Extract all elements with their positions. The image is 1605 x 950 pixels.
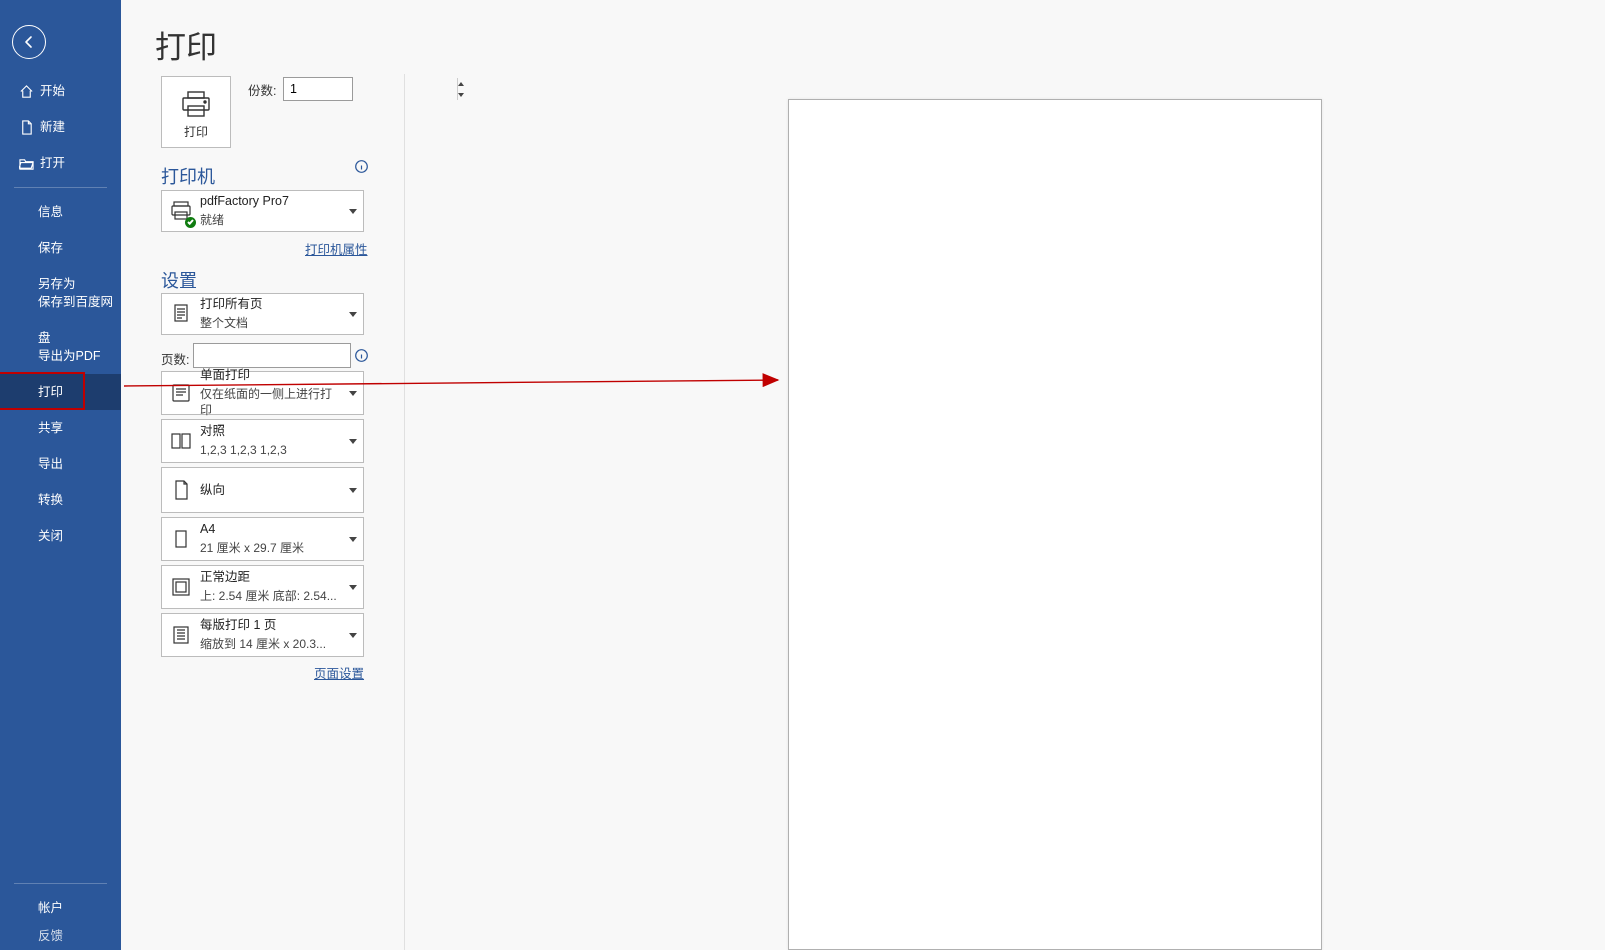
nav-item-label: 打开 <box>40 145 65 181</box>
nav-item-new[interactable]: 新建 <box>0 109 121 145</box>
nav-item-close[interactable]: 关闭 <box>0 518 121 554</box>
pages-info-icon[interactable] <box>355 349 368 362</box>
nav-item-feedback[interactable]: 反馈 <box>0 926 121 946</box>
option-subtitle: 上: 2.54 厘米 底部: 2.54... <box>200 588 343 604</box>
pages-per-sheet-selector[interactable]: 每版打印 1 页缩放到 14 厘米 x 20.3... <box>161 613 364 657</box>
printer-status: 就绪 <box>200 212 343 228</box>
portrait-icon <box>162 479 200 501</box>
nav-item-label: 导出为PDF <box>38 338 101 374</box>
nav-item-home[interactable]: 开始 <box>0 73 121 109</box>
option-subtitle: 整个文档 <box>200 315 343 331</box>
option-title: 对照 <box>200 423 343 440</box>
option-subtitle: 缩放到 14 厘米 x 20.3... <box>200 636 343 652</box>
option-title: A4 <box>200 521 343 538</box>
nav-item-label: 帐户 <box>38 890 63 926</box>
print-icon <box>181 91 211 120</box>
nav-item-open[interactable]: 打开 <box>0 145 121 181</box>
paper-size-icon <box>162 528 200 550</box>
nav-item-convert[interactable]: 转换 <box>0 482 121 518</box>
nav-item-account[interactable]: 帐户 <box>0 890 121 926</box>
nav-item-label: 导出 <box>38 446 63 482</box>
chevron-down-icon <box>343 537 363 542</box>
home-icon <box>18 83 34 99</box>
chevron-down-icon <box>343 488 363 493</box>
nav-item-print[interactable]: 打印 <box>0 374 121 410</box>
collate-sequence: 1,2,3 1,2,3 1,2,3 <box>200 442 343 458</box>
nav-item-label: 关闭 <box>38 518 63 554</box>
copies-increment[interactable] <box>458 78 464 89</box>
chevron-down-icon <box>343 439 363 444</box>
copies-decrement[interactable] <box>458 89 464 100</box>
nav-item-label: 开始 <box>40 73 65 109</box>
print-button[interactable]: 打印 <box>161 76 231 148</box>
nav-separator <box>14 883 107 884</box>
nav-item-export[interactable]: 导出 <box>0 446 121 482</box>
printer-selector[interactable]: pdfFactory Pro7 就绪 <box>161 190 364 232</box>
option-title: 纵向 <box>200 482 343 499</box>
printer-info-icon[interactable] <box>355 160 368 173</box>
back-button[interactable] <box>12 25 46 59</box>
option-title: 单面打印 <box>200 367 343 384</box>
chevron-down-icon <box>343 633 363 638</box>
orientation-selector[interactable]: 纵向 <box>161 467 364 513</box>
option-subtitle: 21 厘米 x 29.7 厘米 <box>200 540 343 556</box>
collate-selector[interactable]: 对照 1,2,3 1,2,3 1,2,3 <box>161 419 364 463</box>
nav-item-label: 反馈 <box>38 926 63 946</box>
chevron-down-icon <box>343 391 363 396</box>
nav-item-save-baidu[interactable]: 保存到百度网盘 <box>0 302 121 338</box>
nav-item-label: 转换 <box>38 482 63 518</box>
status-check-icon <box>185 217 196 228</box>
printer-device-icon <box>170 199 192 224</box>
folder-open-icon <box>18 155 34 171</box>
copies-input[interactable] <box>284 78 457 100</box>
chevron-down-icon <box>343 585 363 590</box>
page-title: 打印 <box>155 22 217 67</box>
nav-item-label: 新建 <box>40 109 65 145</box>
settings-heading: 设置 <box>161 267 197 293</box>
per-sheet-icon <box>162 624 200 646</box>
page-setup-link[interactable]: 页面设置 <box>314 663 364 682</box>
print-button-label: 打印 <box>184 123 208 140</box>
nav-separator <box>14 187 107 188</box>
chevron-down-icon <box>343 209 363 214</box>
copies-spinner[interactable] <box>283 77 353 101</box>
backstage-nav: 开始 新建 打开 信息 保存 另存为 保存到百度网盘 导出为PDF 打印 共享 … <box>0 0 121 950</box>
nav-item-info[interactable]: 信息 <box>0 194 121 230</box>
vertical-divider <box>404 74 405 950</box>
option-subtitle: 仅在纸面的一侧上进行打印 <box>200 386 343 418</box>
collate-icon <box>162 430 200 452</box>
printer-properties-link[interactable]: 打印机属性 <box>305 239 368 258</box>
margins-icon <box>162 576 200 598</box>
print-what-selector[interactable]: 打印所有页整个文档 <box>161 293 364 335</box>
nav-item-save[interactable]: 保存 <box>0 230 121 266</box>
option-title: 打印所有页 <box>200 296 343 313</box>
file-icon <box>18 119 34 135</box>
printer-name: pdfFactory Pro7 <box>200 193 343 210</box>
option-title: 每版打印 1 页 <box>200 617 343 634</box>
nav-item-label: 保存 <box>38 230 63 266</box>
paper-size-selector[interactable]: A4 21 厘米 x 29.7 厘米 <box>161 517 364 561</box>
chevron-down-icon <box>343 312 363 317</box>
backstage-area: 打印 打印 份数: 打印机 pdfFactory Pro7 就绪 打印机属性 设… <box>121 0 1605 950</box>
pages-all-icon <box>162 303 200 325</box>
nav-item-label: 打印 <box>38 374 63 410</box>
pages-label: 页数: <box>161 349 189 368</box>
option-title: 正常边距 <box>200 569 343 586</box>
nav-item-label: 信息 <box>38 194 63 230</box>
print-preview-page <box>788 99 1322 950</box>
margins-selector[interactable]: 正常边距上: 2.54 厘米 底部: 2.54... <box>161 565 364 609</box>
nav-item-label: 共享 <box>38 410 63 446</box>
printer-heading: 打印机 <box>161 163 215 189</box>
nav-item-share[interactable]: 共享 <box>0 410 121 446</box>
single-side-icon <box>162 382 200 404</box>
print-sides-selector[interactable]: 单面打印仅在纸面的一侧上进行打印 <box>161 371 364 415</box>
copies-label: 份数: <box>248 80 276 99</box>
